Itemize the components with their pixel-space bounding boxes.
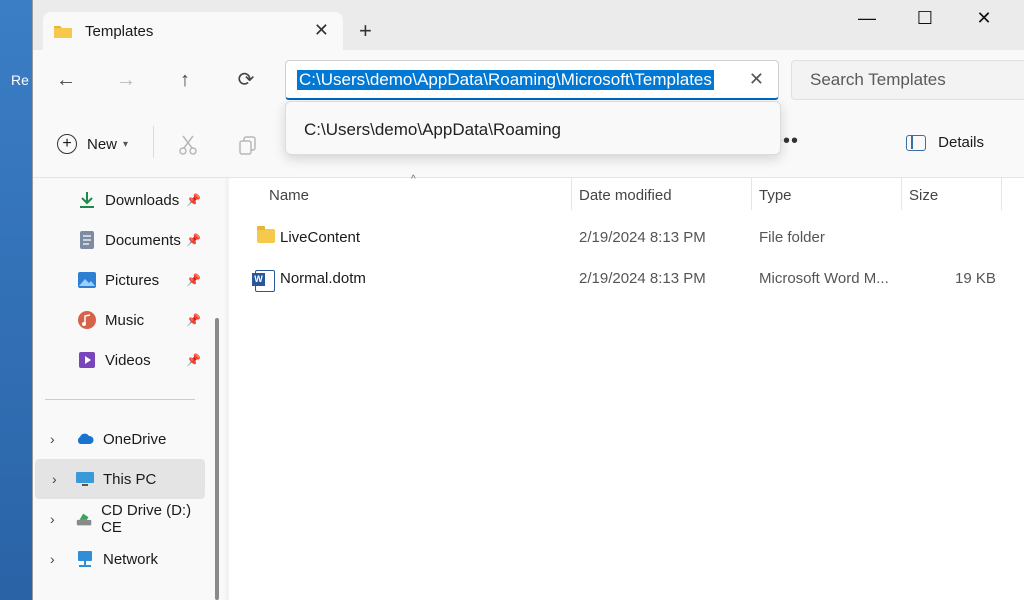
sidebar-item-pictures[interactable]: Pictures 📌 <box>33 260 205 300</box>
cd-drive-icon <box>76 513 92 526</box>
navigation-pane: Downloads 📌 Documents 📌 Pictures 📌 Music… <box>33 178 225 600</box>
address-suggestion-item[interactable]: C:\Users\demo\AppData\Roaming <box>304 120 561 140</box>
file-name: LiveContent <box>280 229 361 246</box>
sidebar-item-downloads[interactable]: Downloads 📌 <box>33 180 205 220</box>
copy-icon[interactable] <box>237 134 259 156</box>
file-type: File folder <box>759 229 825 246</box>
sidebar-item-network[interactable]: › Network <box>33 539 205 579</box>
column-divider[interactable] <box>751 178 752 210</box>
folder-icon <box>54 26 72 38</box>
sidebar-item-videos[interactable]: Videos 📌 <box>33 340 205 380</box>
search-input[interactable]: Search Templates <box>791 60 1024 100</box>
pin-icon[interactable]: 📌 <box>186 193 201 207</box>
tab-title: Templates <box>85 22 154 40</box>
file-size: 19 KB <box>955 270 996 287</box>
videos-icon <box>79 352 95 368</box>
file-row-livecontent[interactable]: LiveContent 2/19/2024 8:13 PM File folde… <box>229 218 1024 258</box>
column-header-name[interactable]: Name <box>269 178 309 214</box>
sidebar-item-label: Documents <box>105 231 181 249</box>
column-header-date[interactable]: Date modified <box>579 178 672 214</box>
cloud-icon <box>77 433 94 444</box>
add-icon: + <box>57 134 77 154</box>
close-window-button[interactable]: ✕ <box>964 8 1004 32</box>
desktop-icon-label[interactable]: Re <box>11 72 29 88</box>
column-header-type[interactable]: Type <box>759 178 792 214</box>
maximize-button[interactable]: ☐ <box>905 8 945 32</box>
chevron-right-icon[interactable]: › <box>50 511 55 527</box>
new-tab-button[interactable]: + <box>359 18 372 44</box>
music-icon <box>78 311 96 329</box>
back-button[interactable]: ← <box>54 68 78 92</box>
address-bar[interactable]: C:\Users\demo\AppData\Roaming\Microsoft\… <box>285 60 779 100</box>
sidebar-item-this-pc[interactable]: › This PC <box>35 459 205 499</box>
column-divider[interactable] <box>571 178 572 210</box>
sidebar-item-label: OneDrive <box>103 430 167 448</box>
sidebar-scrollbar-thumb[interactable] <box>215 318 219 600</box>
pin-icon[interactable]: 📌 <box>186 273 201 287</box>
file-explorer-window: Templates ✕ + — ☐ ✕ ← → ↑ ⟳ C:\Users\dem… <box>32 0 1024 600</box>
sidebar-item-label: Network <box>103 550 159 568</box>
file-date: 2/19/2024 8:13 PM <box>579 270 706 287</box>
sidebar-item-documents[interactable]: Documents 📌 <box>33 220 205 260</box>
network-icon <box>78 551 92 567</box>
sidebar-item-label: CD Drive (D:) CE <box>101 502 192 536</box>
column-divider[interactable] <box>1001 178 1002 210</box>
chevron-right-icon[interactable]: › <box>50 431 55 447</box>
scissors-icon[interactable] <box>177 134 199 156</box>
folder-icon <box>257 226 275 243</box>
details-label: Details <box>938 134 984 151</box>
sidebar-divider <box>45 399 195 400</box>
word-document-icon <box>252 270 275 292</box>
pin-icon[interactable]: 📌 <box>186 233 201 247</box>
new-button[interactable]: + New ▾ <box>57 134 128 154</box>
file-row-normal-dotm[interactable]: Normal.dotm 2/19/2024 8:13 PM Microsoft … <box>229 259 1024 299</box>
sidebar-item-label: Downloads <box>105 191 180 209</box>
refresh-button[interactable]: ⟳ <box>234 68 258 92</box>
address-suggestion-dropdown: C:\Users\demo\AppData\Roaming <box>285 101 781 155</box>
download-icon <box>80 192 94 208</box>
file-type: Microsoft Word M... <box>759 270 889 287</box>
sidebar-item-label: Videos <box>105 351 151 369</box>
chevron-right-icon[interactable]: › <box>50 551 55 567</box>
details-button[interactable]: Details <box>906 134 984 151</box>
up-button[interactable]: ↑ <box>173 68 197 92</box>
minimize-button[interactable]: — <box>847 8 887 32</box>
document-icon <box>80 231 94 249</box>
pin-icon[interactable]: 📌 <box>186 313 201 327</box>
sidebar-item-label: Music <box>105 311 145 329</box>
details-pane-icon <box>906 134 927 151</box>
file-list: ^ Name Date modified Type Size LiveConte… <box>229 174 1024 600</box>
sort-ascending-icon: ^ <box>411 174 416 185</box>
chevron-right-icon[interactable]: › <box>52 471 57 487</box>
title-bar: Templates ✕ + — ☐ ✕ <box>33 0 1024 50</box>
sidebar-item-music[interactable]: Music 📌 <box>33 300 205 340</box>
pin-icon[interactable]: 📌 <box>186 353 201 367</box>
monitor-icon <box>76 472 94 486</box>
file-name: Normal.dotm <box>280 270 366 287</box>
chevron-down-icon: ▾ <box>123 138 129 150</box>
desktop-background <box>0 0 32 600</box>
clear-address-icon[interactable]: ✕ <box>749 69 764 90</box>
file-date: 2/19/2024 8:13 PM <box>579 229 706 246</box>
tab-close-icon[interactable]: ✕ <box>314 20 329 41</box>
address-input[interactable]: C:\Users\demo\AppData\Roaming\Microsoft\… <box>297 70 714 90</box>
new-button-label: New <box>87 135 118 153</box>
sidebar-item-label: Pictures <box>105 271 160 289</box>
sidebar-item-cd-drive[interactable]: › CD Drive (D:) CE <box>33 499 205 539</box>
column-divider[interactable] <box>901 178 902 210</box>
column-header-size[interactable]: Size <box>909 178 938 214</box>
sidebar-item-label: This PC <box>103 470 157 488</box>
sidebar-item-onedrive[interactable]: › OneDrive <box>33 419 205 459</box>
tab-templates[interactable]: Templates ✕ <box>43 12 343 50</box>
forward-button[interactable]: → <box>114 68 138 92</box>
pictures-icon <box>78 272 96 288</box>
command-divider <box>153 126 154 158</box>
